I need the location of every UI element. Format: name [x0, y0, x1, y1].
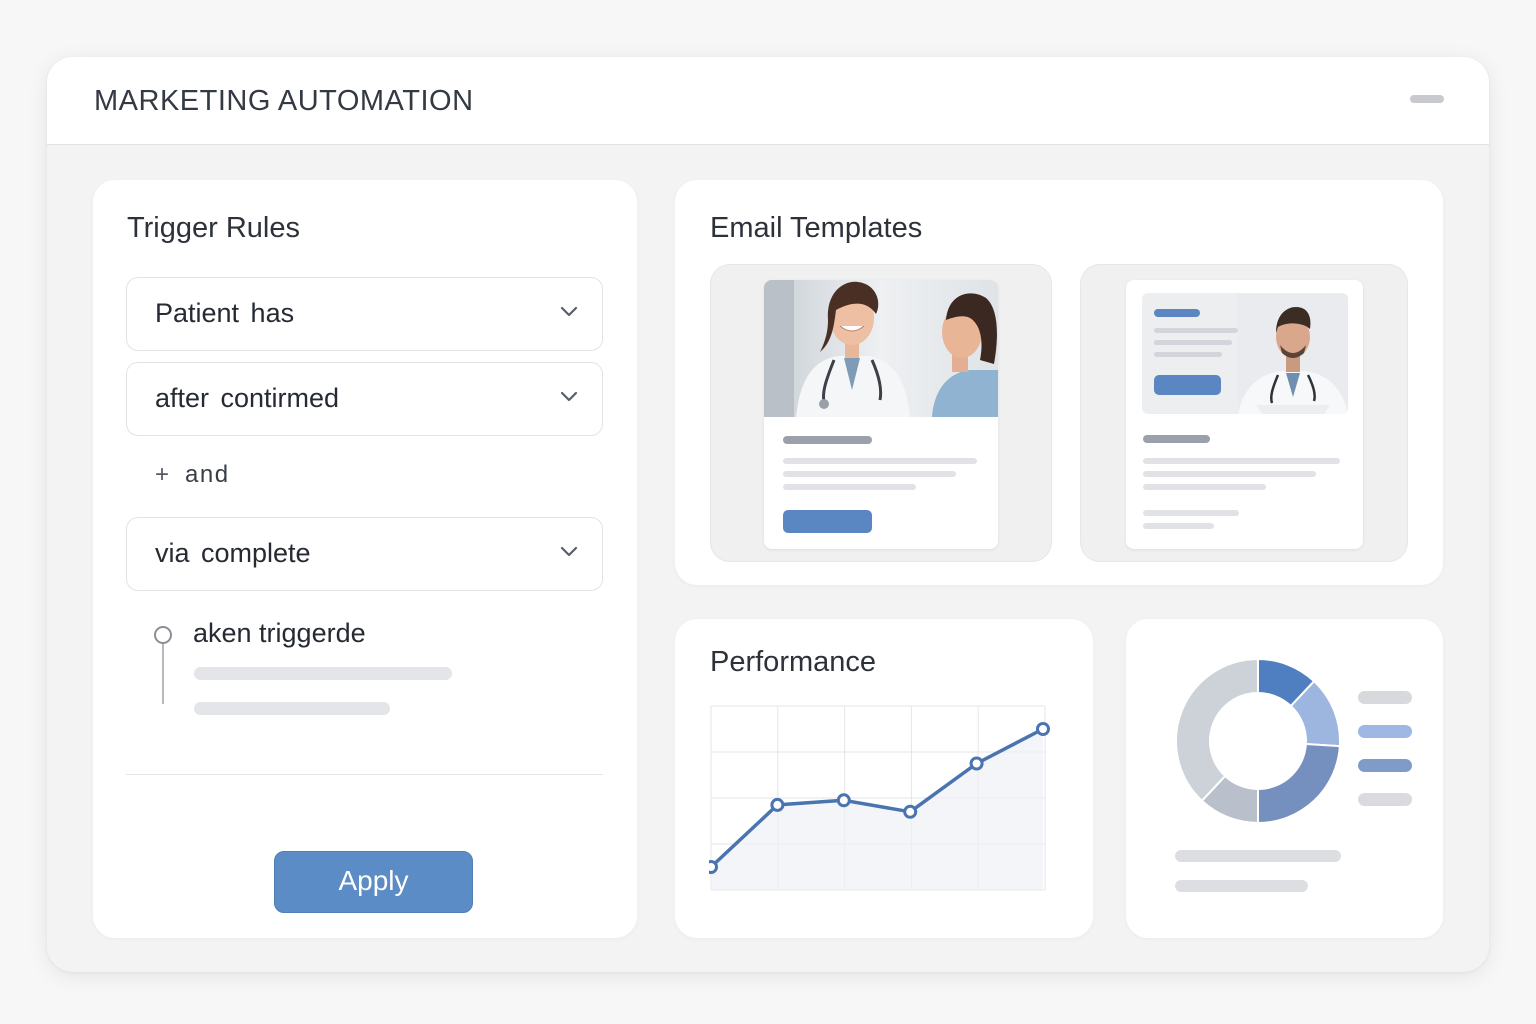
trigger-rules-card: Trigger Rules Patient has after contirme…: [93, 180, 637, 938]
divider: [126, 774, 603, 775]
minimize-button[interactable]: [1410, 95, 1444, 103]
data-point: [903, 804, 918, 819]
data-point: [836, 793, 851, 808]
placeholder-line: [1154, 352, 1222, 357]
performance-title: Performance: [710, 646, 877, 678]
chevron-down-icon: [560, 546, 578, 557]
placeholder-heading: [1143, 435, 1210, 443]
email-templates-title: Email Templates: [710, 212, 923, 244]
placeholder-line: [1143, 458, 1340, 464]
timeline-connector: [162, 644, 164, 704]
app-window: MARKETING AUTOMATION Trigger Rules Patie…: [47, 57, 1489, 972]
dropdown-label: after contirmed: [155, 383, 340, 413]
placeholder-line: [1143, 510, 1239, 516]
and-label: and: [185, 461, 230, 488]
timeline-node-icon: [154, 626, 172, 644]
template-preview: [764, 280, 998, 549]
donut-slice: [1257, 742, 1341, 825]
placeholder-line: [1143, 471, 1316, 477]
placeholder-line: [1154, 328, 1238, 333]
dropdown-label: Patient has: [155, 298, 295, 328]
performance-card: Performance: [675, 619, 1093, 938]
data-point: [709, 860, 718, 874]
data-point: [969, 756, 984, 771]
placeholder-line: [1175, 850, 1341, 862]
condition-dropdown-patient[interactable]: Patient has: [126, 277, 603, 351]
donut-slice: [1175, 657, 1259, 803]
condition-dropdown-confirmed[interactable]: after contirmed: [126, 362, 603, 436]
email-templates-card: Email Templates: [675, 180, 1443, 585]
email-template-1[interactable]: [710, 264, 1052, 562]
placeholder-line: [194, 667, 452, 680]
doctor-patient-photo: [764, 280, 998, 417]
placeholder-line: [1175, 880, 1308, 892]
condition-dropdown-complete[interactable]: via complete: [126, 517, 603, 591]
trigger-rules-title: Trigger Rules: [127, 212, 300, 244]
template-preview: [1126, 280, 1363, 549]
placeholder-line: [783, 458, 977, 464]
placeholder-line: [1143, 523, 1214, 529]
placeholder-line: [1154, 340, 1232, 345]
breakdown-donut-chart: [1175, 657, 1341, 825]
app-title: MARKETING AUTOMATION: [94, 85, 474, 117]
add-and-condition-button[interactable]: + and: [155, 461, 230, 489]
legend-item: [1358, 725, 1412, 738]
apply-button[interactable]: Apply: [274, 851, 473, 913]
dropdown-label: via complete: [155, 538, 311, 568]
breakdown-card: [1126, 619, 1443, 938]
placeholder-heading: [783, 436, 872, 444]
legend-item: [1358, 759, 1412, 772]
timeline-step-label: aken triggerde: [193, 618, 366, 648]
placeholder-heading: [1154, 309, 1200, 317]
title-bar: MARKETING AUTOMATION: [47, 57, 1489, 145]
placeholder-line: [783, 471, 956, 477]
plus-icon: +: [155, 461, 170, 488]
data-point: [1036, 722, 1050, 736]
template-cta-button: [783, 510, 872, 533]
placeholder-line: [783, 484, 916, 490]
email-template-2[interactable]: [1080, 264, 1408, 562]
template-hero: [1142, 293, 1348, 414]
chevron-down-icon: [560, 306, 578, 317]
legend-item: [1358, 691, 1412, 704]
performance-line-chart: [709, 705, 1050, 891]
doctor-photo: [1238, 293, 1348, 414]
data-point: [770, 797, 785, 812]
template-cta-button: [1154, 375, 1221, 395]
chevron-down-icon: [560, 391, 578, 402]
placeholder-line: [1143, 484, 1266, 490]
legend-item: [1358, 793, 1412, 806]
placeholder-line: [194, 702, 390, 715]
